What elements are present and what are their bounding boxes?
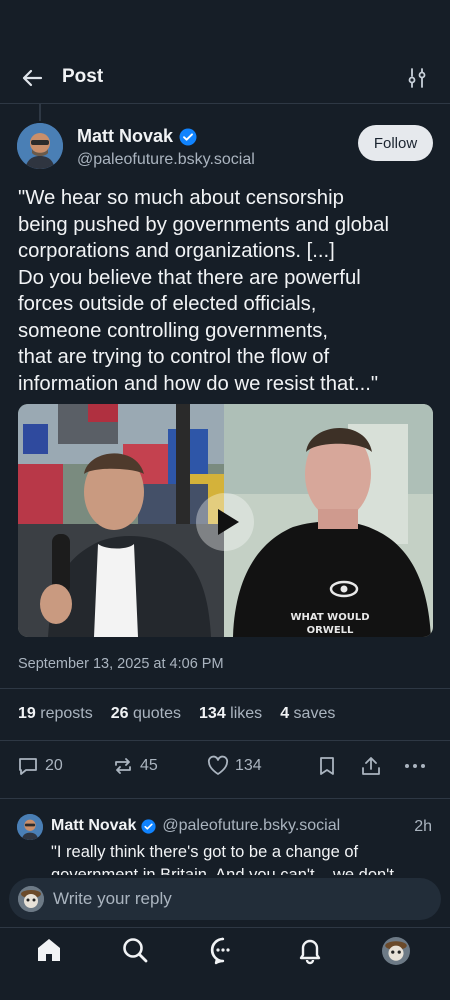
verified-icon bbox=[141, 818, 156, 834]
repost-icon bbox=[115, 758, 131, 774]
filter-icon[interactable] bbox=[406, 67, 428, 89]
chat-icon[interactable] bbox=[208, 935, 238, 965]
verified-icon bbox=[179, 128, 197, 145]
search-icon[interactable] bbox=[120, 935, 150, 965]
header-divider bbox=[0, 103, 450, 104]
home-icon[interactable] bbox=[34, 935, 64, 965]
post-stats: 19 reposts 26 quotes 134 likes 4 saves bbox=[18, 705, 353, 723]
like-button[interactable]: 134 bbox=[207, 755, 262, 777]
post-text: "We hear so much about censorship being … bbox=[18, 187, 389, 395]
post-actions: 20 45 134 bbox=[0, 755, 450, 781]
more-icon bbox=[405, 764, 425, 768]
shirt-text: WHAT WOULD ORWELL THINK bbox=[290, 612, 370, 636]
reply-icon bbox=[19, 758, 37, 775]
my-avatar bbox=[18, 886, 44, 912]
play-icon bbox=[218, 509, 239, 535]
likes-stat[interactable]: 134 likes bbox=[199, 705, 262, 723]
author-avatar[interactable] bbox=[17, 123, 63, 169]
repost-button[interactable]: 45 bbox=[112, 755, 158, 777]
reply-text: "I really think there's got to be a chan… bbox=[51, 843, 394, 875]
stats-divider bbox=[0, 740, 450, 741]
quotes-stat[interactable]: 26 quotes bbox=[111, 705, 181, 723]
thread-line bbox=[39, 103, 41, 121]
share-button[interactable] bbox=[360, 755, 388, 777]
reply-time: 2h bbox=[414, 818, 432, 835]
page-title: Post bbox=[62, 66, 104, 87]
top-header: Post bbox=[0, 56, 450, 102]
actions-divider bbox=[0, 798, 450, 799]
reply-button[interactable]: 20 bbox=[17, 755, 63, 777]
bookmark-icon bbox=[320, 757, 334, 775]
reply-composer[interactable]: Write your reply bbox=[9, 878, 441, 920]
bottom-tab-bar bbox=[0, 928, 450, 1000]
author-name-text[interactable]: Matt Novak bbox=[77, 126, 173, 147]
reposts-stat[interactable]: 19 reposts bbox=[18, 705, 93, 723]
more-button[interactable] bbox=[403, 755, 433, 777]
play-button[interactable] bbox=[196, 493, 254, 551]
follow-button[interactable]: Follow bbox=[358, 125, 433, 161]
reply-input-placeholder[interactable]: Write your reply bbox=[53, 889, 172, 909]
bell-icon[interactable] bbox=[295, 935, 325, 965]
profile-avatar[interactable] bbox=[382, 937, 410, 965]
back-arrow-icon[interactable] bbox=[20, 66, 44, 90]
reply-handle[interactable]: @paleofuture.bsky.social bbox=[162, 817, 340, 835]
post-timestamp: September 13, 2025 at 4:06 PM bbox=[18, 656, 224, 672]
like-icon bbox=[207, 755, 229, 775]
share-icon bbox=[362, 757, 380, 775]
author-handle[interactable]: @paleofuture.bsky.social bbox=[77, 151, 255, 169]
reply-author[interactable]: Matt Novak @paleofuture.bsky.social bbox=[51, 817, 340, 835]
bookmark-button[interactable] bbox=[317, 755, 343, 777]
saves-stat[interactable]: 4 saves bbox=[280, 705, 335, 723]
reply-avatar[interactable] bbox=[17, 814, 43, 840]
date-divider bbox=[0, 688, 450, 689]
author-name[interactable]: Matt Novak bbox=[77, 126, 197, 147]
